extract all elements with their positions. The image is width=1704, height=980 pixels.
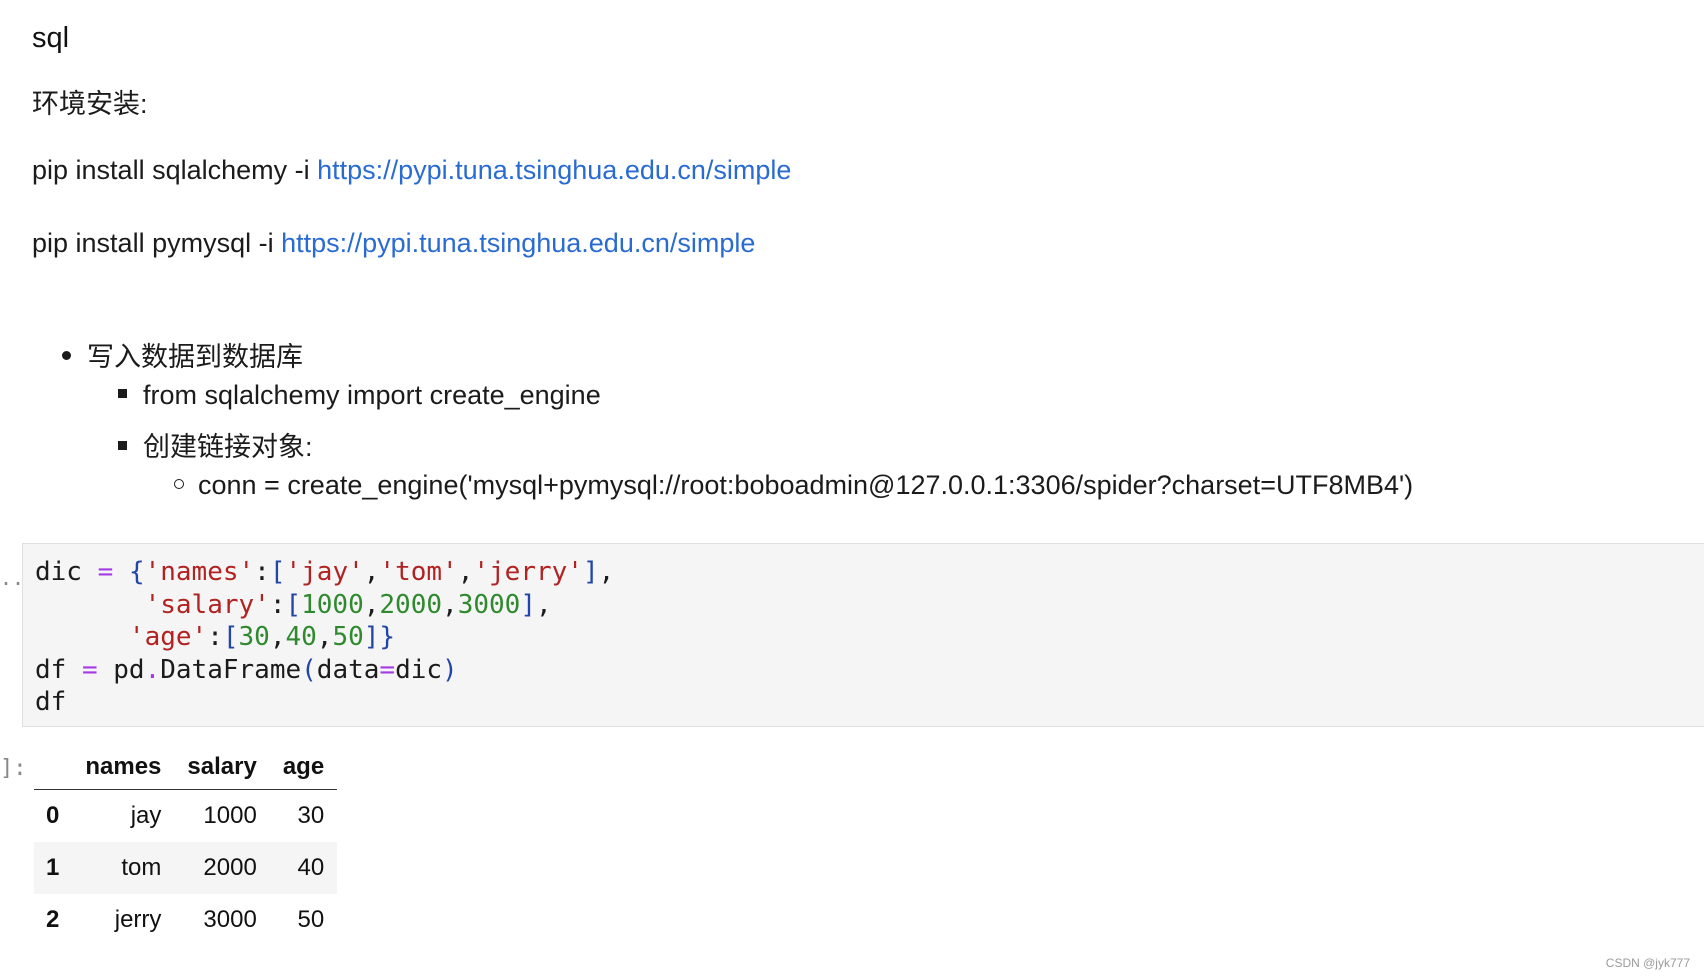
table-row: 0 jay 1000 30 [34,790,337,843]
column-header-names: names [72,745,175,790]
table-header-row: names salary age [34,745,338,790]
dataframe-table: names salary age 0 jay 1000 30 1 tom 200… [34,745,338,946]
sub-bullet-create-conn-text: 创建链接对象: [143,432,313,462]
square-bullet-icon [118,389,127,399]
row-index: 1 [46,854,60,881]
env-install-label: 环境安装: [32,89,148,119]
cell-age: 40 [297,854,325,881]
code-line-5: df [35,687,67,717]
cell-names: jay [130,802,162,829]
pypi-mirror-link-2[interactable]: https://pypi.tuna.tsinghua.edu.cn/simple [281,228,755,258]
code-line-4: df = pd.DataFrame(data=dic) [35,654,458,685]
watermark: CSDN @jyk777 [1605,956,1690,970]
pip-pymysql-command: pip install pymysql -i [32,228,282,258]
sub-bullet-import: from sqlalchemy import create_engine [118,380,601,411]
code-line-2: 'salary':[1000,2000,3000], [144,589,552,620]
bullet-write-data-text: 写入数据到数据库 [87,342,303,372]
sub-bullet-create-conn: 创建链接对象: [118,425,313,464]
code-cell-editor[interactable]: dic = {'names':['jay','tom','jerry'], 's… [22,543,1704,727]
pip-install-pymysql-line: pip install pymysql -i https://pypi.tuna… [32,228,755,259]
column-header-age: age [269,745,338,790]
code-line-1: dic = {'names':['jay','tom','jerry'], [35,557,615,587]
cell-names: jerry [114,906,162,933]
cell-age: 30 [297,802,325,829]
sub-sub-bullet-conn: conn = create_engine('mysql+pymysql://ro… [174,470,1413,501]
disc-bullet-icon [62,351,71,361]
markdown-heading: sql [32,22,70,54]
row-index: 0 [46,802,60,829]
pypi-mirror-link-1[interactable]: https://pypi.tuna.tsinghua.edu.cn/simple [317,155,791,185]
circle-bullet-icon [174,478,184,489]
output-prompt: ]: [0,756,27,781]
bullet-write-data: 写入数据到数据库 [62,335,303,374]
table-row: 1 tom 2000 40 [34,842,338,894]
cell-salary: 3000 [203,906,257,933]
row-index: 2 [46,906,60,933]
sub-sub-bullet-conn-text: conn = create_engine('mysql+pymysql://ro… [198,470,1414,500]
square-bullet-icon [118,441,127,451]
pip-sqlalchemy-command: pip install sqlalchemy -i [32,155,318,185]
cell-names: tom [121,854,162,881]
sub-bullet-import-text: from sqlalchemy import create_engine [143,380,601,410]
pip-install-sqlalchemy-line: pip install sqlalchemy -i https://pypi.t… [32,155,791,186]
cell-salary: 2000 [203,854,257,881]
index-header [34,745,73,790]
table-row: 2 jerry 3000 50 [34,894,337,946]
cell-salary: 1000 [203,802,257,829]
code-line-3: 'age':[30,40,50]} [128,622,396,652]
code-block[interactable]: dic = {'names':['jay','tom','jerry'], 's… [35,556,614,719]
code-cell-prompt: .. [0,566,25,590]
column-header-salary: salary [174,745,270,790]
cell-age: 50 [297,906,325,933]
